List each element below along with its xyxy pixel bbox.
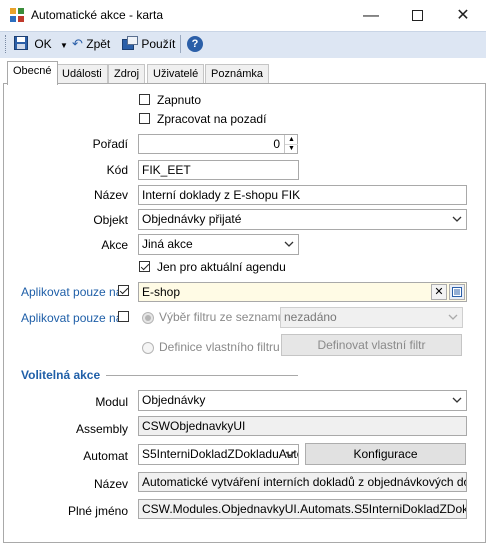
action-value: Jiná akce	[142, 237, 193, 251]
ok-label: OK	[34, 37, 52, 51]
filter-select-dropdown[interactable]: nezadáno	[280, 307, 463, 328]
app-icon	[10, 8, 24, 22]
maximize-icon[interactable]	[394, 0, 440, 31]
object-select[interactable]: Objednávky přijaté	[138, 209, 467, 230]
order-input[interactable]: 0	[138, 134, 298, 154]
apply-icon	[122, 36, 138, 50]
back-button[interactable]: ↶ Zpět	[72, 35, 110, 53]
assembly-label: Assembly	[75, 422, 128, 436]
chevron-down-icon[interactable]	[452, 396, 462, 404]
chevron-down-icon[interactable]	[448, 313, 458, 321]
undo-icon: ↶	[72, 36, 83, 51]
object-value: Objednávky přijaté	[142, 212, 242, 226]
automat-name-label: Název	[93, 477, 128, 491]
tab-obecne[interactable]: Obecné	[7, 61, 58, 85]
enabled-label: Zapnuto	[157, 93, 202, 107]
automat-select[interactable]: S5InterniDokladZDokladuAutomat	[138, 444, 299, 465]
picker-icon[interactable]	[449, 284, 465, 300]
apply-only-input[interactable]: E-shop	[138, 282, 467, 302]
section-divider	[106, 375, 298, 376]
code-input[interactable]: FIK_EET	[138, 160, 299, 180]
tab-uzivatele[interactable]: Uživatelé	[147, 64, 205, 84]
apply-only-filter-checkbox[interactable]	[118, 311, 129, 322]
back-label: Zpět	[86, 37, 111, 51]
custom-filter-label: Definice vlastního filtru	[159, 340, 280, 354]
chevron-down-icon[interactable]: ▼	[60, 41, 68, 50]
action-select[interactable]: Jiná akce	[138, 234, 299, 255]
tab-udalosti[interactable]: Události	[56, 64, 108, 84]
fullname-label: Plné jméno	[67, 504, 128, 518]
current-agenda-checkbox[interactable]	[139, 261, 150, 272]
apply-button[interactable]: Použít	[122, 35, 175, 53]
module-label: Modul	[95, 395, 128, 409]
chevron-down-icon[interactable]	[452, 215, 462, 223]
fullname-field: CSW.Modules.ObjednavkyUI.Automats.S5Inte…	[138, 499, 467, 519]
automat-name-field: Automatické vytváření interních dokladů …	[138, 472, 467, 492]
automat-label: Automat	[83, 449, 128, 463]
save-icon	[14, 36, 28, 50]
apply-only-checkbox[interactable]	[118, 285, 129, 296]
close-icon[interactable]: ✕	[440, 0, 486, 31]
title-bar: Automatické akce - karta — ✕	[0, 0, 486, 31]
background-label: Zpracovat na pozadí	[157, 112, 267, 126]
toolbar-grip	[5, 35, 8, 53]
apply-only-label: Aplikovat pouze na	[21, 285, 123, 299]
name-label: Název	[93, 188, 128, 202]
module-value: Objednávky	[142, 393, 206, 407]
current-agenda-label: Jen pro aktuální agendu	[157, 260, 286, 274]
order-label: Pořadí	[92, 137, 128, 151]
filter-select-label: Výběr filtru ze seznamu	[159, 310, 285, 324]
module-select[interactable]: Objednávky	[138, 390, 467, 411]
toolbar-separator	[180, 35, 181, 53]
custom-filter-radio[interactable]	[142, 342, 154, 354]
apply-label: Použít	[141, 37, 176, 51]
define-filter-button[interactable]: Definovat vlastní filtr	[281, 334, 462, 356]
clear-icon[interactable]: ✕	[431, 284, 447, 300]
order-stepper[interactable]: ▲ ▼	[284, 135, 298, 153]
filter-select-radio[interactable]	[142, 312, 154, 324]
action-label: Akce	[101, 238, 128, 252]
ok-button[interactable]: OK ▼	[14, 35, 68, 53]
window-title: Automatické akce - karta	[31, 8, 164, 22]
chevron-down-icon[interactable]	[285, 450, 295, 458]
stepper-down-icon[interactable]: ▼	[285, 145, 298, 153]
tab-poznamka[interactable]: Poznámka	[205, 64, 269, 84]
minimize-icon[interactable]: —	[348, 0, 394, 31]
code-label: Kód	[106, 163, 128, 177]
assembly-field: CSWObjednavkyUI	[138, 416, 467, 436]
automat-value: S5InterniDokladZDokladuAutomat	[142, 447, 298, 461]
filter-select-value: nezadáno	[284, 310, 337, 324]
tab-zdroj[interactable]: Zdroj	[108, 64, 146, 84]
help-icon[interactable]: ?	[187, 36, 203, 52]
background-checkbox[interactable]	[139, 113, 150, 124]
configuration-button[interactable]: Konfigurace	[305, 443, 466, 465]
apply-only-filter-label: Aplikovat pouze na	[21, 311, 123, 325]
optional-section-title: Volitelná akce	[21, 368, 101, 382]
enabled-checkbox[interactable]	[139, 94, 150, 105]
chevron-down-icon[interactable]	[284, 240, 294, 248]
name-input[interactable]: Interní doklady z E-shopu FIK	[138, 185, 467, 205]
apply-only-value: E-shop	[142, 285, 181, 299]
object-label: Objekt	[93, 213, 128, 227]
stepper-up-icon[interactable]: ▲	[285, 135, 298, 145]
